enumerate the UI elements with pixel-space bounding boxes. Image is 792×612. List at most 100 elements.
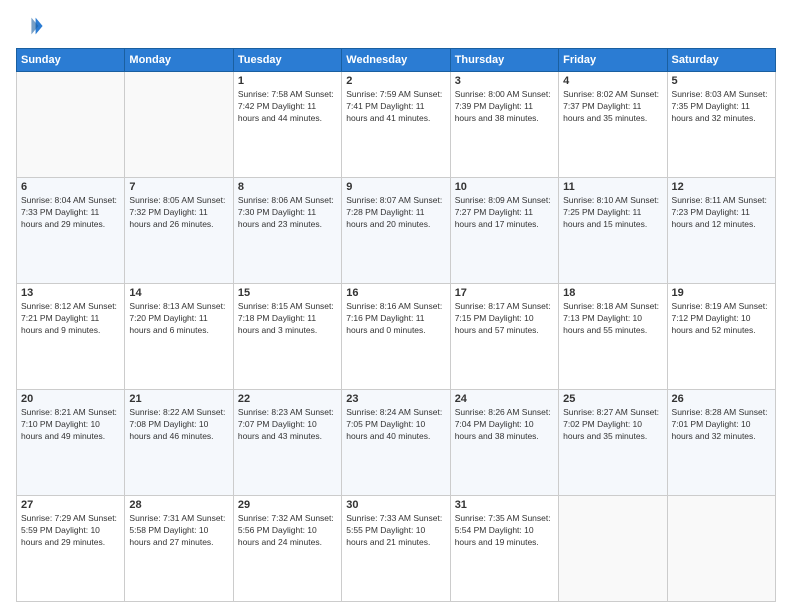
day-number: 21: [129, 393, 228, 405]
day-info: Sunrise: 8:17 AM Sunset: 7:15 PM Dayligh…: [455, 301, 554, 337]
table-row: 3 Sunrise: 8:00 AM Sunset: 7:39 PM Daylig…: [450, 72, 558, 178]
table-row: [667, 496, 775, 602]
table-row: [559, 496, 667, 602]
table-row: 31 Sunrise: 7:35 AM Sunset: 5:54 PM Dayli…: [450, 496, 558, 602]
table-row: 26Sunrise: 8:28 AM Sunset: 7:01 PM Dayli…: [667, 390, 775, 496]
calendar-week-row: 1 Sunrise: 7:58 AM Sunset: 7:42 PM Daylig…: [17, 72, 776, 178]
day-info: Sunrise: 8:15 AM Sunset: 7:18 PM Dayligh…: [238, 301, 337, 337]
table-row: 4 Sunrise: 8:02 AM Sunset: 7:37 PM Daylig…: [559, 72, 667, 178]
table-row: 25Sunrise: 8:27 AM Sunset: 7:02 PM Dayli…: [559, 390, 667, 496]
day-number: 30: [346, 499, 445, 511]
table-row: 29 Sunrise: 7:32 AM Sunset: 5:56 PM Dayli…: [233, 496, 341, 602]
day-number: 31: [455, 499, 554, 511]
day-number: 20: [21, 393, 120, 405]
col-thursday: Thursday: [450, 49, 558, 72]
col-tuesday: Tuesday: [233, 49, 341, 72]
calendar-table: Sunday Monday Tuesday Wednesday Thursday…: [16, 48, 776, 602]
table-row: 22 Sunrise: 8:23 AM Sunset: 7:07 PM Dayli…: [233, 390, 341, 496]
day-info: Sunrise: 7:59 AM Sunset: 7:41 PM Dayligh…: [346, 89, 445, 125]
day-number: 19: [672, 287, 771, 299]
day-number: 8: [238, 181, 337, 193]
day-info: Sunrise: 8:02 AM Sunset: 7:37 PM Dayligh…: [563, 89, 662, 125]
day-number: 2: [346, 75, 445, 87]
day-info: Sunrise: 8:05 AM Sunset: 7:32 PM Dayligh…: [129, 195, 228, 231]
table-row: 1 Sunrise: 7:58 AM Sunset: 7:42 PM Daylig…: [233, 72, 341, 178]
day-number: 27: [21, 499, 120, 511]
table-row: 30 Sunrise: 7:33 AM Sunset: 5:55 PM Dayli…: [342, 496, 450, 602]
calendar-header-row: Sunday Monday Tuesday Wednesday Thursday…: [17, 49, 776, 72]
table-row: 17 Sunrise: 8:17 AM Sunset: 7:15 PM Dayli…: [450, 284, 558, 390]
day-info: Sunrise: 8:26 AM Sunset: 7:04 PM Dayligh…: [455, 407, 554, 443]
day-number: 3: [455, 75, 554, 87]
day-number: 13: [21, 287, 120, 299]
day-number: 9: [346, 181, 445, 193]
day-info: Sunrise: 8:23 AM Sunset: 7:07 PM Dayligh…: [238, 407, 337, 443]
table-row: [125, 72, 233, 178]
table-row: 13 Sunrise: 8:12 AM Sunset: 7:21 PM Dayli…: [17, 284, 125, 390]
day-number: 6: [21, 181, 120, 193]
day-number: 18: [563, 287, 662, 299]
logo: [16, 12, 48, 40]
day-info: Sunrise: 8:11 AM Sunset: 7:23 PM Dayligh…: [672, 195, 771, 231]
day-info: Sunrise: 8:19 AM Sunset: 7:12 PM Dayligh…: [672, 301, 771, 337]
table-row: 27 Sunrise: 7:29 AM Sunset: 5:59 PM Dayli…: [17, 496, 125, 602]
col-friday: Friday: [559, 49, 667, 72]
day-number: 22: [238, 393, 337, 405]
day-number: 7: [129, 181, 228, 193]
table-row: 28Sunrise: 7:31 AM Sunset: 5:58 PM Dayli…: [125, 496, 233, 602]
table-row: 12 Sunrise: 8:11 AM Sunset: 7:23 PM Dayli…: [667, 178, 775, 284]
day-number: 23: [346, 393, 445, 405]
col-sunday: Sunday: [17, 49, 125, 72]
day-number: 26: [672, 393, 771, 405]
day-number: 1: [238, 75, 337, 87]
day-number: 17: [455, 287, 554, 299]
day-number: 5: [672, 75, 771, 87]
col-monday: Monday: [125, 49, 233, 72]
day-number: 24: [455, 393, 554, 405]
day-number: 12: [672, 181, 771, 193]
table-row: 16Sunrise: 8:16 AM Sunset: 7:16 PM Dayli…: [342, 284, 450, 390]
day-info: Sunrise: 7:32 AM Sunset: 5:56 PM Dayligh…: [238, 513, 337, 549]
day-info: Sunrise: 8:13 AM Sunset: 7:20 PM Dayligh…: [129, 301, 228, 337]
day-number: 15: [238, 287, 337, 299]
table-row: 23 Sunrise: 8:24 AM Sunset: 7:05 PM Dayli…: [342, 390, 450, 496]
table-row: 20 Sunrise: 8:21 AM Sunset: 7:10 PM Dayli…: [17, 390, 125, 496]
day-info: Sunrise: 8:10 AM Sunset: 7:25 PM Dayligh…: [563, 195, 662, 231]
day-info: Sunrise: 8:06 AM Sunset: 7:30 PM Dayligh…: [238, 195, 337, 231]
day-number: 29: [238, 499, 337, 511]
day-info: Sunrise: 7:29 AM Sunset: 5:59 PM Dayligh…: [21, 513, 120, 549]
day-info: Sunrise: 8:03 AM Sunset: 7:35 PM Dayligh…: [672, 89, 771, 125]
table-row: 8 Sunrise: 8:06 AM Sunset: 7:30 PM Daylig…: [233, 178, 341, 284]
day-info: Sunrise: 8:00 AM Sunset: 7:39 PM Dayligh…: [455, 89, 554, 125]
day-info: Sunrise: 8:27 AM Sunset: 7:02 PM Dayligh…: [563, 407, 662, 443]
day-info: Sunrise: 8:09 AM Sunset: 7:27 PM Dayligh…: [455, 195, 554, 231]
table-row: 6Sunrise: 8:04 AM Sunset: 7:33 PM Daylig…: [17, 178, 125, 284]
table-row: 19 Sunrise: 8:19 AM Sunset: 7:12 PM Dayli…: [667, 284, 775, 390]
table-row: 9 Sunrise: 8:07 AM Sunset: 7:28 PM Daylig…: [342, 178, 450, 284]
calendar-week-row: 20 Sunrise: 8:21 AM Sunset: 7:10 PM Dayli…: [17, 390, 776, 496]
table-row: 7 Sunrise: 8:05 AM Sunset: 7:32 PM Daylig…: [125, 178, 233, 284]
day-info: Sunrise: 7:58 AM Sunset: 7:42 PM Dayligh…: [238, 89, 337, 125]
day-number: 16: [346, 287, 445, 299]
table-row: 21 Sunrise: 8:22 AM Sunset: 7:08 PM Dayli…: [125, 390, 233, 496]
table-row: 18 Sunrise: 8:18 AM Sunset: 7:13 PM Dayli…: [559, 284, 667, 390]
col-wednesday: Wednesday: [342, 49, 450, 72]
col-saturday: Saturday: [667, 49, 775, 72]
day-info: Sunrise: 8:21 AM Sunset: 7:10 PM Dayligh…: [21, 407, 120, 443]
day-info: Sunrise: 8:18 AM Sunset: 7:13 PM Dayligh…: [563, 301, 662, 337]
day-info: Sunrise: 8:22 AM Sunset: 7:08 PM Dayligh…: [129, 407, 228, 443]
day-info: Sunrise: 7:31 AM Sunset: 5:58 PM Dayligh…: [129, 513, 228, 549]
table-row: 15 Sunrise: 8:15 AM Sunset: 7:18 PM Dayli…: [233, 284, 341, 390]
calendar-week-row: 27 Sunrise: 7:29 AM Sunset: 5:59 PM Dayli…: [17, 496, 776, 602]
day-number: 10: [455, 181, 554, 193]
day-info: Sunrise: 7:35 AM Sunset: 5:54 PM Dayligh…: [455, 513, 554, 549]
table-row: 24 Sunrise: 8:26 AM Sunset: 7:04 PM Dayli…: [450, 390, 558, 496]
day-number: 4: [563, 75, 662, 87]
calendar-week-row: 6Sunrise: 8:04 AM Sunset: 7:33 PM Daylig…: [17, 178, 776, 284]
day-info: Sunrise: 8:12 AM Sunset: 7:21 PM Dayligh…: [21, 301, 120, 337]
table-row: 11Sunrise: 8:10 AM Sunset: 7:25 PM Dayli…: [559, 178, 667, 284]
day-info: Sunrise: 7:33 AM Sunset: 5:55 PM Dayligh…: [346, 513, 445, 549]
day-info: Sunrise: 8:24 AM Sunset: 7:05 PM Dayligh…: [346, 407, 445, 443]
day-info: Sunrise: 8:07 AM Sunset: 7:28 PM Dayligh…: [346, 195, 445, 231]
calendar-week-row: 13 Sunrise: 8:12 AM Sunset: 7:21 PM Dayli…: [17, 284, 776, 390]
